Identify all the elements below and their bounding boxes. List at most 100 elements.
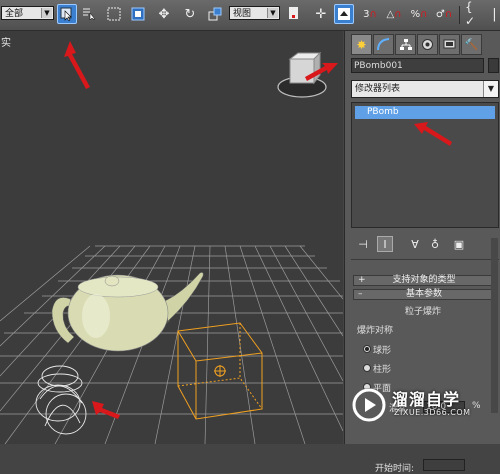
chevron-down-icon: ▼ (483, 81, 498, 97)
spinner-snap-icon: ♂ (435, 8, 445, 20)
pbomb-gizmo (177, 322, 263, 420)
watermark-url: ZIXUE.3D66.COM (394, 408, 471, 417)
rect-region-icon (107, 7, 121, 21)
hammer-icon: 🔨 (464, 38, 479, 51)
chevron-down-icon: ▼ (267, 8, 278, 18)
modifier-list-label: 修改器列表 (355, 84, 401, 94)
magnet-icon: ∩ (394, 8, 402, 20)
pivot-center-button[interactable] (284, 4, 304, 24)
command-panel-tabs: ✸ 🔨 (351, 34, 482, 56)
start-time-label: 开始时间: (375, 464, 415, 474)
magnet-icon: ∩ (369, 8, 377, 20)
radio-spherical[interactable] (363, 345, 371, 353)
named-selection-icon: { ✓ (465, 0, 476, 28)
radio-cylindrical[interactable] (363, 364, 371, 372)
move-icon: ✥ (158, 6, 170, 22)
tab-display[interactable] (439, 34, 460, 55)
stack-tools: ⊣ I ∀ ♁ ▣ (355, 236, 495, 254)
select-cursor-icon (60, 7, 72, 21)
end-result-icon: I (383, 237, 387, 251)
object-color-swatch[interactable] (488, 58, 499, 73)
pivot-center-icon (289, 7, 298, 19)
show-end-result-button[interactable]: I (377, 236, 393, 252)
make-unique-button[interactable]: ∀ (407, 236, 423, 252)
modifier-list-dropdown[interactable]: 修改器列表 ▼ (351, 80, 499, 98)
tab-motion[interactable] (417, 34, 438, 55)
annotation-arrows (64, 41, 338, 419)
object-name-field[interactable]: PBomb001 (351, 58, 484, 73)
teapot-model (51, 272, 204, 352)
watermark-play-logo (352, 388, 386, 422)
pin-icon: ⊣ (358, 237, 368, 251)
watermark-title: 溜溜自学 (392, 390, 461, 409)
remove-modifier-button[interactable]: ♁ (427, 236, 443, 252)
plus-icon: + (358, 275, 366, 285)
modify-icon (377, 38, 390, 51)
start-time-spinner[interactable] (423, 459, 465, 471)
rollout-basic-params-title: 基本参数 (405, 289, 442, 299)
configure-modifier-sets-button[interactable]: ▣ (451, 236, 467, 252)
select-by-name-icon (83, 8, 95, 21)
select-by-name-button[interactable] (79, 4, 99, 24)
magnet-icon: ∩ (444, 8, 453, 20)
snap-toggle-button[interactable]: 3 ∩ (360, 4, 380, 24)
scale-button[interactable] (205, 4, 225, 24)
tab-utilities[interactable]: 🔨 (461, 34, 482, 55)
angle-snap-icon: △ (386, 8, 395, 20)
select-manipulate-button[interactable]: ✛ (311, 4, 331, 24)
viewcube-icon (277, 51, 327, 98)
pin-stack-button[interactable]: ⊣ (355, 236, 371, 252)
main-toolbar: 全部 ▼ ✥ ↻ 视图 ▼ ✛ 3 ∩ △ ∩ % ∩ ♂ ∩ {✓ | (0, 0, 500, 31)
spinner-snap-button[interactable]: ♂ ∩ (434, 4, 454, 24)
perspective-viewport[interactable]: 实 (0, 31, 343, 444)
viewport-scene (0, 41, 343, 444)
motion-icon (422, 39, 433, 50)
window-crossing-button[interactable] (128, 4, 148, 24)
magnet-icon: ∩ (420, 8, 428, 20)
reference-coord-dropdown[interactable]: 视图 ▼ (229, 6, 280, 20)
chaos-unit: % (472, 401, 481, 411)
minus-icon: – (358, 289, 363, 299)
tab-modify[interactable] (373, 34, 394, 55)
divider (351, 259, 499, 260)
scale-icon (208, 7, 222, 21)
keyboard-shortcut-override-button[interactable] (334, 4, 354, 24)
particle-bomb-title: 粒子爆炸 (405, 307, 442, 317)
tab-create[interactable]: ✸ (351, 34, 372, 55)
configure-icon: ▣ (453, 237, 465, 251)
make-unique-icon: ∀ (411, 237, 419, 251)
rollout-basic-params[interactable]: – 基本参数 (353, 289, 495, 300)
annotation-arrow-stack (414, 122, 452, 146)
percent-snap-button[interactable]: % ∩ (409, 4, 429, 24)
angle-snap-button[interactable]: △ ∩ (384, 4, 404, 24)
rotate-icon: ↻ (184, 6, 196, 22)
reference-coord-value: 视图 (233, 9, 252, 19)
panel-scrollbar[interactable] (491, 238, 498, 413)
create-star-icon: ✸ (356, 37, 367, 52)
radio-spherical-label: 球形 (373, 346, 392, 356)
rollout-supported-types[interactable]: + 支持对象的类型 (353, 275, 495, 286)
watermark: 溜溜自学 ZIXUE.3D66.COM (352, 382, 470, 434)
edit-named-selection-button[interactable]: { ✓ (465, 0, 485, 28)
percent-snap-icon: % (410, 8, 421, 20)
tab-hierarchy[interactable] (395, 34, 416, 55)
trash-icon: ♁ (430, 237, 440, 251)
rotate-button[interactable]: ↻ (180, 4, 200, 24)
symmetry-label: 爆炸对称 (357, 326, 394, 336)
rollout-supported-types-title: 支持对象的类型 (392, 275, 456, 285)
radio-cylindrical-label: 柱形 (373, 365, 392, 375)
window-crossing-icon (131, 7, 145, 21)
display-icon (443, 39, 456, 49)
wire-object (35, 365, 87, 435)
select-object-button[interactable] (57, 4, 77, 24)
rect-selection-region-button[interactable] (104, 4, 124, 24)
toolbar-separator (459, 6, 460, 24)
selection-filter-value: 全部 (5, 9, 24, 19)
play-icon (352, 388, 386, 422)
hierarchy-icon (400, 39, 412, 50)
move-button[interactable]: ✥ (154, 4, 174, 24)
mirror-button[interactable]: | (489, 4, 500, 24)
manipulate-icon: ✛ (315, 6, 327, 22)
mirror-icon: | (492, 6, 497, 22)
selection-filter-dropdown[interactable]: 全部 ▼ (1, 6, 54, 20)
